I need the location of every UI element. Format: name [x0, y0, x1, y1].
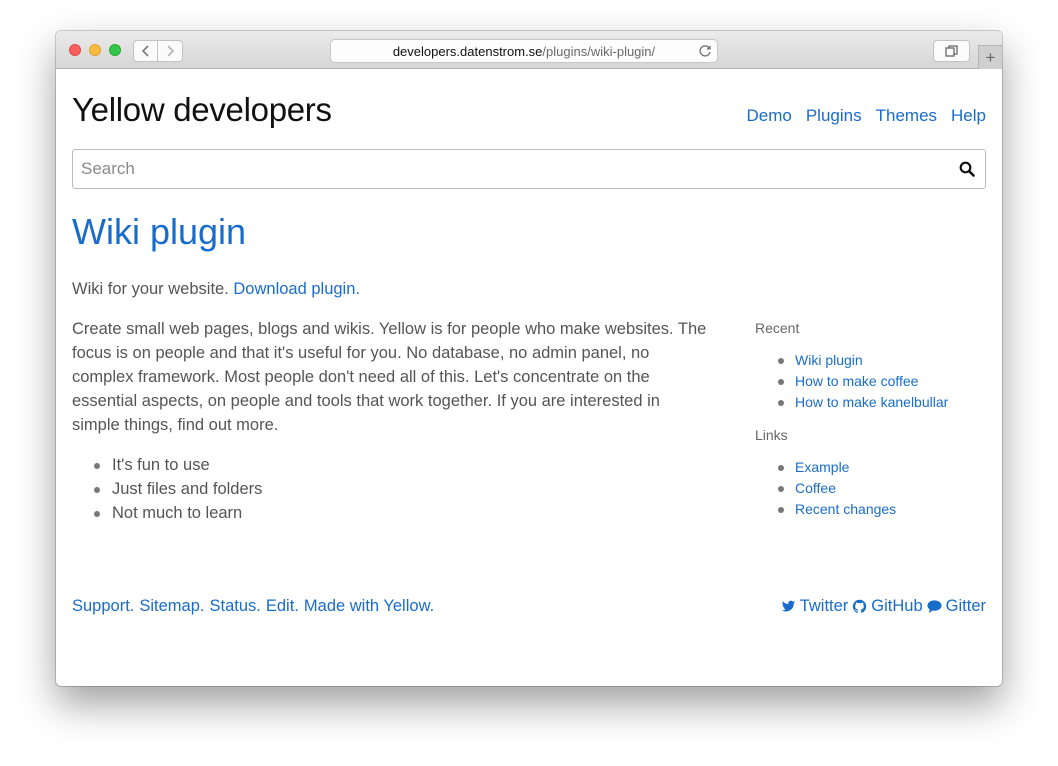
- recent-heading: Recent: [755, 320, 800, 336]
- footer-links: Support. Sitemap. Status. Edit. Made wit…: [72, 597, 434, 616]
- links-item: Example: [755, 457, 985, 478]
- browser-window: developers.datenstrom.se/plugins/wiki-pl…: [56, 31, 1002, 686]
- intro-paragraph: Wiki for your website. Download plugin.: [72, 277, 712, 301]
- list-item: Not much to learn: [72, 501, 712, 525]
- intro-text: Wiki for your website.: [72, 280, 229, 298]
- tabs-overview-icon: [945, 45, 958, 57]
- footer-support-link[interactable]: Support.: [72, 597, 134, 616]
- recent-item: Wiki plugin: [755, 350, 985, 371]
- links-item: Coffee: [755, 478, 985, 499]
- download-plugin-link[interactable]: Download plugin.: [233, 280, 360, 298]
- url-host: developers.datenstrom.se: [392, 43, 543, 59]
- nav-plugins[interactable]: Plugins: [806, 106, 862, 126]
- description-paragraph: Create small web pages, blogs and wikis.…: [72, 320, 707, 434]
- gitter-icon: [927, 600, 942, 614]
- recent-link-wiki-plugin[interactable]: Wiki plugin: [795, 352, 863, 368]
- footer-sitemap-link[interactable]: Sitemap.: [139, 597, 204, 616]
- minimize-window-button[interactable]: [89, 44, 101, 56]
- plus-icon: +: [985, 47, 996, 67]
- forward-button[interactable]: [158, 40, 183, 62]
- github-icon: [853, 599, 867, 613]
- address-bar[interactable]: developers.datenstrom.se/plugins/wiki-pl…: [330, 39, 718, 63]
- reload-icon[interactable]: [697, 43, 713, 59]
- nav-themes[interactable]: Themes: [876, 106, 937, 126]
- gitter-link[interactable]: Gitter: [927, 597, 986, 616]
- nav-demo[interactable]: Demo: [746, 106, 791, 126]
- gitter-label: Gitter: [945, 597, 986, 615]
- top-navigation: Demo Plugins Themes Help: [746, 106, 986, 126]
- sidebar: Recent Wiki plugin How to make coffee Ho…: [755, 320, 985, 534]
- back-button[interactable]: [133, 40, 158, 62]
- link-example[interactable]: Example: [795, 459, 849, 475]
- nav-help[interactable]: Help: [951, 106, 986, 126]
- new-tab-button[interactable]: +: [978, 45, 1002, 69]
- show-tabs-button[interactable]: [933, 40, 970, 62]
- search-box: [72, 149, 986, 189]
- footer-status-link[interactable]: Status.: [210, 597, 261, 616]
- list-item: Just files and folders: [72, 477, 712, 501]
- links-heading: Links: [755, 427, 788, 443]
- twitter-link[interactable]: Twitter: [781, 597, 849, 616]
- links-list: Example Coffee Recent changes: [755, 457, 985, 520]
- page-title: Wiki plugin: [72, 211, 247, 252]
- github-label: GitHub: [871, 597, 923, 615]
- maximize-window-button[interactable]: [109, 44, 121, 56]
- recent-list: Wiki plugin How to make coffee How to ma…: [755, 350, 985, 413]
- github-link[interactable]: GitHub: [852, 597, 923, 616]
- url-path: /plugins/wiki-plugin/: [542, 43, 656, 59]
- links-item: Recent changes: [755, 499, 985, 520]
- chevron-right-icon: [166, 45, 174, 57]
- search-input[interactable]: [73, 150, 959, 188]
- browser-titlebar: developers.datenstrom.se/plugins/wiki-pl…: [56, 31, 1002, 69]
- chevron-left-icon: [141, 45, 149, 57]
- recent-item: How to make coffee: [755, 371, 985, 392]
- recent-item: How to make kanelbullar: [755, 392, 985, 413]
- site-title[interactable]: Yellow developers: [72, 91, 332, 129]
- footer-made-with-yellow-link[interactable]: Made with Yellow.: [304, 597, 434, 616]
- search-icon[interactable]: [959, 161, 975, 177]
- link-coffee[interactable]: Coffee: [795, 480, 836, 496]
- link-recent-changes[interactable]: Recent changes: [795, 501, 896, 517]
- twitter-icon: [781, 600, 795, 612]
- recent-link-kanelbullar[interactable]: How to make kanelbullar: [795, 394, 948, 410]
- main-content: Wiki for your website. Download plugin. …: [72, 277, 712, 525]
- social-links: Twitter GitHub Gitter: [781, 597, 986, 616]
- web-page: Yellow developers Demo Plugins Themes He…: [56, 70, 1002, 686]
- close-window-button[interactable]: [69, 44, 81, 56]
- feature-list: It's fun to use Just files and folders N…: [72, 453, 712, 525]
- list-item: It's fun to use: [72, 453, 712, 477]
- recent-link-coffee[interactable]: How to make coffee: [795, 373, 918, 389]
- twitter-label: Twitter: [799, 597, 849, 615]
- footer-edit-link[interactable]: Edit.: [266, 597, 299, 616]
